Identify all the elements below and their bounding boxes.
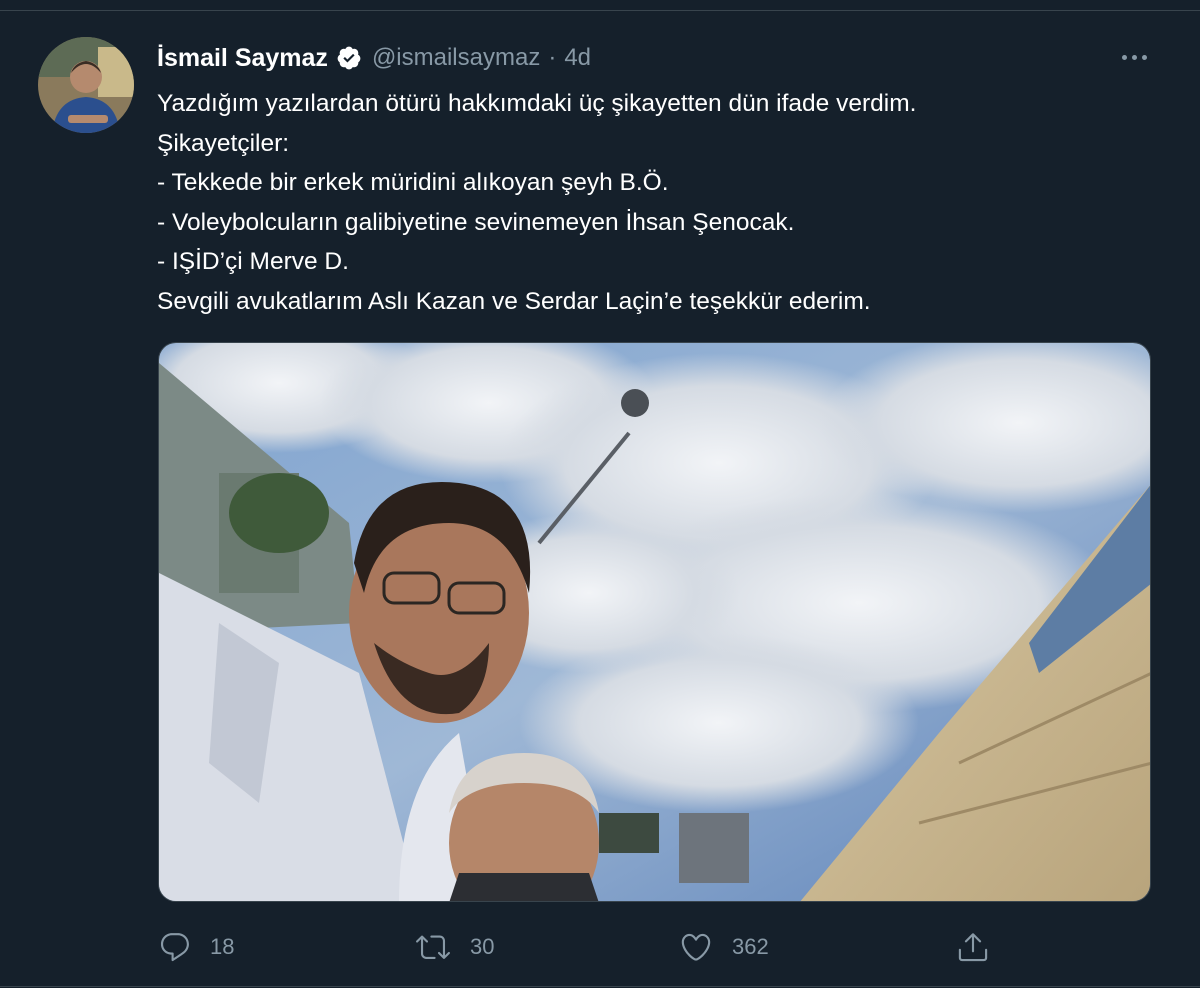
reply-button[interactable]: 18 <box>158 924 234 970</box>
top-divider <box>0 10 1200 11</box>
share-button[interactable] <box>956 924 990 970</box>
like-count: 362 <box>732 934 769 959</box>
tweet-text: Yazdığım yazılardan ötürü hakkımdaki üç … <box>157 84 1147 321</box>
tweet-text-line: Yazdığım yazılardan ötürü hakkımdaki üç … <box>157 90 917 117</box>
tweet-actions: 18 30 362 <box>158 924 1158 970</box>
like-button[interactable]: 362 <box>678 924 769 970</box>
tweet-text-line: - Voleybolcuların galibiyetine sevinemey… <box>157 208 795 236</box>
separator-dot: · <box>548 44 557 71</box>
tweet-header: İsmail Saymaz @ismailsaymaz · 4d <box>157 40 591 76</box>
verified-badge-icon <box>336 45 362 71</box>
tweet-text-line: Sevgili avukatlarım Aslı Kazan ve Serdar… <box>157 287 871 315</box>
retweet-count: 30 <box>470 934 495 959</box>
more-options-button[interactable] <box>1112 44 1156 70</box>
ellipsis-icon <box>1131 54 1137 60</box>
reply-count: 18 <box>210 934 235 959</box>
tweet-text-line: Şikayetçiler: <box>157 129 290 157</box>
reply-icon <box>160 933 189 962</box>
share-icon <box>958 933 988 962</box>
heart-icon <box>681 933 711 961</box>
tweet-text-line: - IŞİD’çi Merve D. <box>157 248 349 275</box>
ellipsis-icon <box>1121 54 1127 60</box>
tweet-text-line: - Tekkede bir erkek müridini alıkoyan şe… <box>157 169 669 196</box>
handle[interactable]: @ismailsaymaz <box>372 44 540 72</box>
display-name[interactable]: İsmail Saymaz <box>157 44 328 73</box>
selfie-photo-icon <box>159 343 1150 901</box>
retweet-button[interactable]: 30 <box>414 924 494 970</box>
avatar[interactable] <box>38 37 134 133</box>
profile-photo-icon <box>38 37 134 133</box>
ellipsis-icon <box>1141 54 1147 60</box>
retweet-icon <box>416 935 450 959</box>
tweet-photo[interactable] <box>158 342 1151 902</box>
bottom-divider <box>0 986 1200 987</box>
timestamp[interactable]: 4d <box>564 44 591 72</box>
